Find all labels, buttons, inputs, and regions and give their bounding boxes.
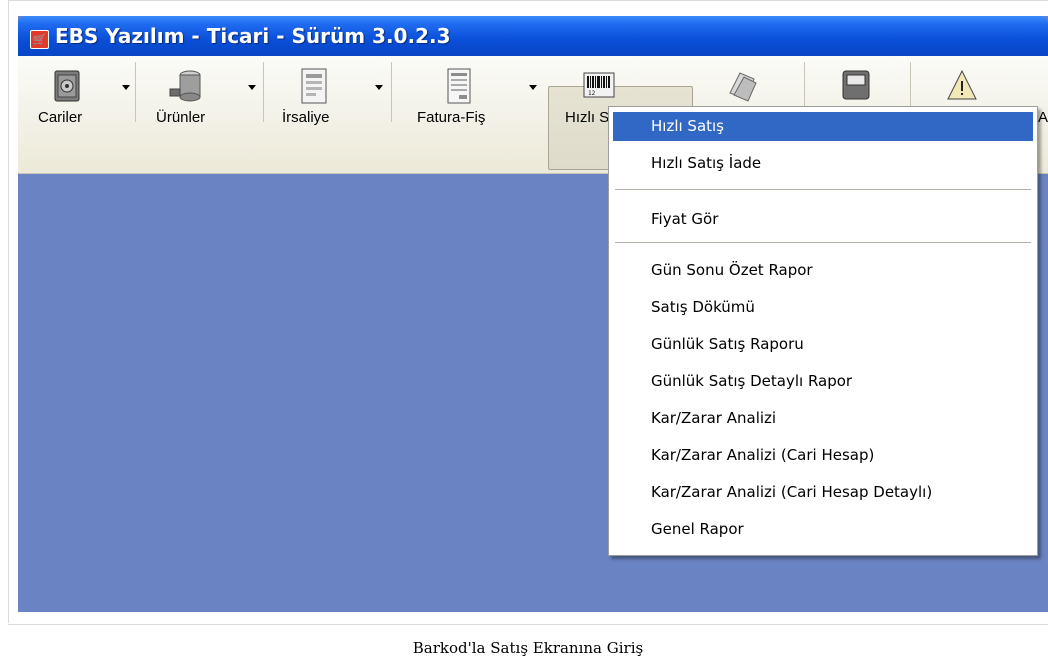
warning-icon	[947, 69, 977, 100]
cart-icon: 🛒	[30, 30, 49, 49]
menu-separator	[615, 189, 1031, 190]
menu-separator	[615, 242, 1031, 243]
menu-item-gunluk-satis-detayli-rapor[interactable]: Günlük Satış Detaylı Rapor	[613, 367, 1033, 396]
menu-item-gunluk-satis-raporu[interactable]: Günlük Satış Raporu	[613, 330, 1033, 359]
menu-item-genel-rapor[interactable]: Genel Rapor	[613, 515, 1033, 544]
window-title: EBS Yazılım - Ticari - Sürüm 3.0.2.3	[55, 24, 451, 48]
menu-item-fiyat-gor[interactable]: Fiyat Gör	[613, 205, 1033, 234]
safe-icon	[54, 70, 80, 102]
chevron-down-icon[interactable]	[529, 85, 537, 90]
chevron-down-icon[interactable]	[375, 85, 383, 90]
svg-text:12: 12	[588, 90, 596, 97]
chevron-down-icon[interactable]	[122, 85, 130, 90]
cash-icon	[729, 72, 757, 102]
menu-item-gun-sonu-ozet-rapor[interactable]: Gün Sonu Özet Rapor	[613, 256, 1033, 285]
invoice-icon	[447, 68, 471, 104]
toolbar-button-urunler[interactable]: Ürünler	[138, 60, 263, 172]
hizli-satis-menu: Hızlı Satış Hızlı Satış İade Fiyat Gör G…	[608, 106, 1038, 556]
menu-item-kar-zarar-cari-hesap[interactable]: Kar/Zarar Analizi (Cari Hesap)	[613, 441, 1033, 470]
pos-icon	[842, 70, 870, 100]
toolbar-label-partial: A	[1038, 109, 1048, 126]
toolbar-label-irsaliye: İrsaliye	[282, 109, 330, 126]
database-icon	[169, 70, 201, 102]
toolbar-button-irsaliye[interactable]: İrsaliye	[266, 60, 391, 172]
toolbar-button-cariler[interactable]: Cariler	[18, 60, 130, 172]
menu-item-satis-dokumu[interactable]: Satış Dökümü	[613, 293, 1033, 322]
title-bar[interactable]: 🛒 EBS Yazılım - Ticari - Sürüm 3.0.2.3	[18, 16, 1048, 56]
toolbar-separator	[135, 62, 136, 122]
toolbar-label-cariler: Cariler	[38, 109, 83, 126]
toolbar-separator	[391, 62, 392, 122]
document-icon	[301, 68, 327, 104]
menu-item-hizli-satis-iade[interactable]: Hızlı Satış İade	[613, 149, 1033, 178]
toolbar-label-urunler: Ürünler	[156, 109, 206, 126]
menu-item-hizli-satis[interactable]: Hızlı Satış	[613, 112, 1033, 141]
menu-item-kar-zarar-cari-hesap-detayli[interactable]: Kar/Zarar Analizi (Cari Hesap Detaylı)	[613, 478, 1033, 507]
toolbar-label-hizli-satis: Hızlı S	[565, 109, 610, 126]
toolbar-label-fatura-fis: Fatura-Fiş	[417, 109, 486, 126]
toolbar-button-fatura-fis[interactable]: Fatura-Fiş	[394, 60, 544, 172]
menu-item-kar-zarar-analizi[interactable]: Kar/Zarar Analizi	[613, 404, 1033, 433]
barcode-icon: 12	[583, 72, 615, 98]
figure-caption: Barkod'la Satış Ekranına Giriş	[8, 624, 1048, 671]
toolbar-separator	[263, 62, 264, 122]
chevron-down-icon[interactable]	[248, 85, 256, 90]
